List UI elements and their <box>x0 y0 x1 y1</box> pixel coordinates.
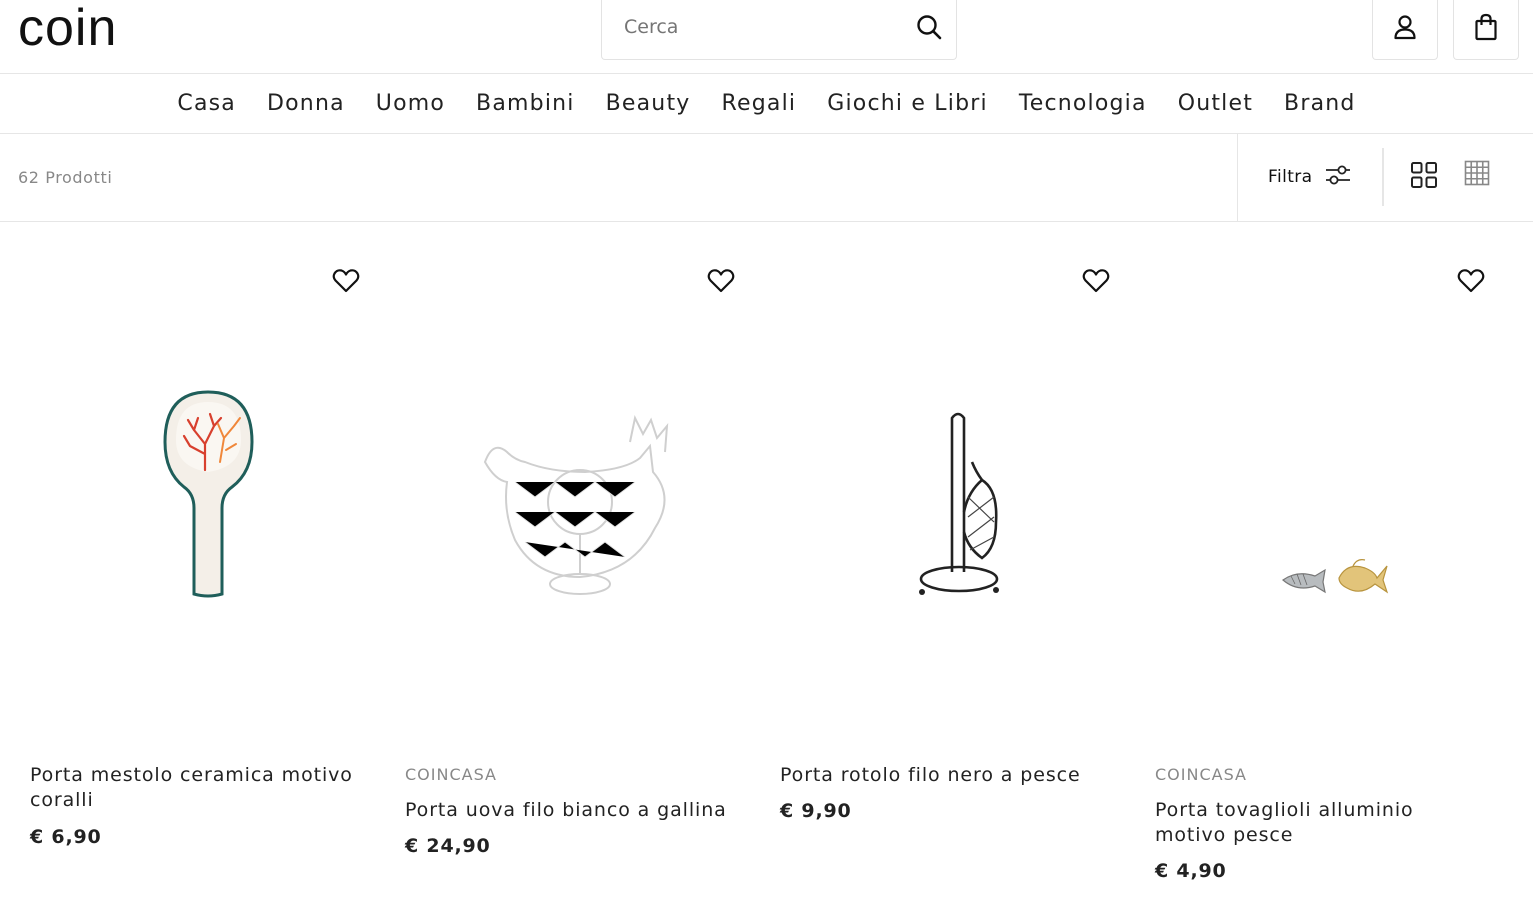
grid-4x4-icon[interactable] <box>1464 160 1490 190</box>
nav-item-beauty[interactable]: Beauty <box>606 91 691 116</box>
product-card[interactable]: COINCASA Porta uova filo bianco a gallin… <box>375 222 750 899</box>
search-icon[interactable] <box>916 14 942 40</box>
header: coin <box>0 0 1533 74</box>
cart-button[interactable] <box>1453 0 1519 60</box>
nav-item-donna[interactable]: Donna <box>267 91 345 116</box>
heart-icon[interactable] <box>1456 266 1486 296</box>
nav-item-regali[interactable]: Regali <box>722 91 797 116</box>
heart-icon[interactable] <box>331 266 361 296</box>
filter-label: Filtra <box>1268 167 1313 187</box>
product-card[interactable]: COINCASA Porta tovaglioli alluminio moti… <box>1125 222 1500 899</box>
nav-item-brand[interactable]: Brand <box>1284 91 1356 116</box>
user-icon <box>1393 14 1417 44</box>
nav-item-outlet[interactable]: Outlet <box>1178 91 1253 116</box>
grid-2x2-icon[interactable] <box>1410 161 1438 193</box>
nav-item-casa[interactable]: Casa <box>177 91 236 116</box>
main-navigation: Casa Donna Uomo Bambini Beauty Regali Gi… <box>0 74 1533 134</box>
nav-item-bambini[interactable]: Bambini <box>476 91 575 116</box>
product-price: € 9,90 <box>780 800 852 822</box>
listing-toolbar: 62 Prodotti Filtra <box>0 134 1533 222</box>
product-image[interactable] <box>1125 322 1500 762</box>
nav-item-giochi-e-libri[interactable]: Giochi e Libri <box>827 91 988 116</box>
product-image[interactable] <box>375 322 750 762</box>
product-title[interactable]: Porta tovaglioli alluminio motivo pesce <box>1155 798 1485 848</box>
product-card[interactable]: Porta rotolo filo nero a pesce € 9,90 <box>750 222 1125 899</box>
product-price: € 24,90 <box>405 835 491 857</box>
product-price: € 6,90 <box>30 826 102 848</box>
product-title[interactable]: Porta mestolo ceramica motivo coralli <box>30 763 360 813</box>
search-box[interactable] <box>601 0 957 60</box>
product-title[interactable]: Porta rotolo filo nero a pesce <box>780 763 1110 788</box>
product-card[interactable]: Porta mestolo ceramica motivo coralli € … <box>0 222 375 899</box>
search-input[interactable] <box>624 12 894 42</box>
product-image[interactable] <box>750 322 1125 762</box>
product-brand: COINCASA <box>1155 765 1247 784</box>
account-button[interactable] <box>1372 0 1438 60</box>
product-price: € 4,90 <box>1155 860 1227 882</box>
view-divider <box>1382 148 1384 206</box>
shopping-bag-icon <box>1474 13 1498 45</box>
nav-item-tecnologia[interactable]: Tecnologia <box>1019 91 1147 116</box>
heart-icon[interactable] <box>1081 266 1111 296</box>
coin-logo[interactable]: coin <box>18 2 117 54</box>
product-image[interactable] <box>0 322 375 762</box>
product-brand: COINCASA <box>405 765 497 784</box>
toolbar-divider <box>1237 134 1238 222</box>
heart-icon[interactable] <box>706 266 736 296</box>
nav-item-uomo[interactable]: Uomo <box>376 91 445 116</box>
sliders-icon <box>1324 162 1352 192</box>
product-count: 62 Prodotti <box>18 168 113 187</box>
filter-button[interactable]: Filtra <box>1268 162 1352 192</box>
product-title[interactable]: Porta uova filo bianco a gallina <box>405 798 735 823</box>
